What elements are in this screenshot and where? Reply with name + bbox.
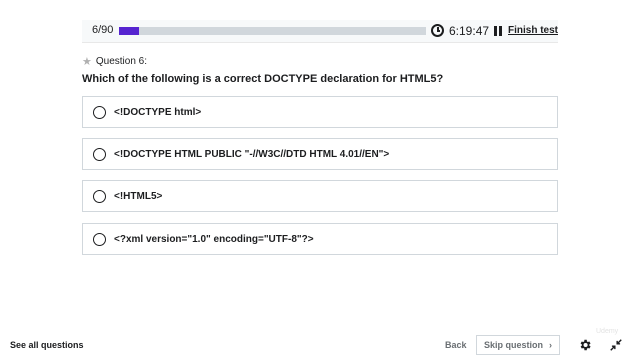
clock-icon <box>431 24 444 37</box>
option-text: <?xml version="1.0" encoding="UTF-8"?> <box>114 234 314 245</box>
radio-button[interactable] <box>93 233 106 246</box>
question-label-row: ★ Question 6: <box>82 55 147 68</box>
timer-value: 6:19:47 <box>449 24 490 38</box>
answer-option-3[interactable]: <!HTML5> <box>82 180 558 212</box>
progress-count: 6/90 <box>92 24 114 36</box>
skip-question-label: Skip question <box>483 340 543 350</box>
progress-bar-header: 6/90 6:19:47 Finish test <box>82 20 558 43</box>
progress-fill <box>119 27 140 35</box>
option-text: <!DOCTYPE HTML PUBLIC "-//W3C//DTD HTML … <box>114 149 390 160</box>
see-all-questions-button[interactable]: See all questions <box>10 340 84 350</box>
radio-button[interactable] <box>93 148 106 161</box>
collapse-icon[interactable] <box>609 338 623 352</box>
chevron-right-icon: › <box>549 340 552 350</box>
option-text: <!DOCTYPE html> <box>114 107 202 118</box>
star-icon[interactable]: ★ <box>82 55 92 68</box>
option-text: <!HTML5> <box>114 191 163 202</box>
answer-option-2[interactable]: <!DOCTYPE HTML PUBLIC "-//W3C//DTD HTML … <box>82 138 558 170</box>
answer-option-4[interactable]: <?xml version="1.0" encoding="UTF-8"?> <box>82 223 558 255</box>
finish-test-button[interactable]: Finish test <box>508 25 558 36</box>
radio-button[interactable] <box>93 190 106 203</box>
back-button[interactable]: Back <box>445 340 467 350</box>
progress-track <box>119 27 426 35</box>
question-text: Which of the following is a correct DOCT… <box>82 73 444 85</box>
watermark-logo: Udemy <box>596 328 619 335</box>
gear-icon[interactable] <box>578 338 592 352</box>
answer-option-1[interactable]: <!DOCTYPE html> <box>82 96 558 128</box>
radio-button[interactable] <box>93 106 106 119</box>
skip-question-button[interactable]: Skip question › <box>476 335 560 355</box>
pause-icon[interactable] <box>494 26 502 36</box>
question-number: Question 6: <box>95 56 148 67</box>
